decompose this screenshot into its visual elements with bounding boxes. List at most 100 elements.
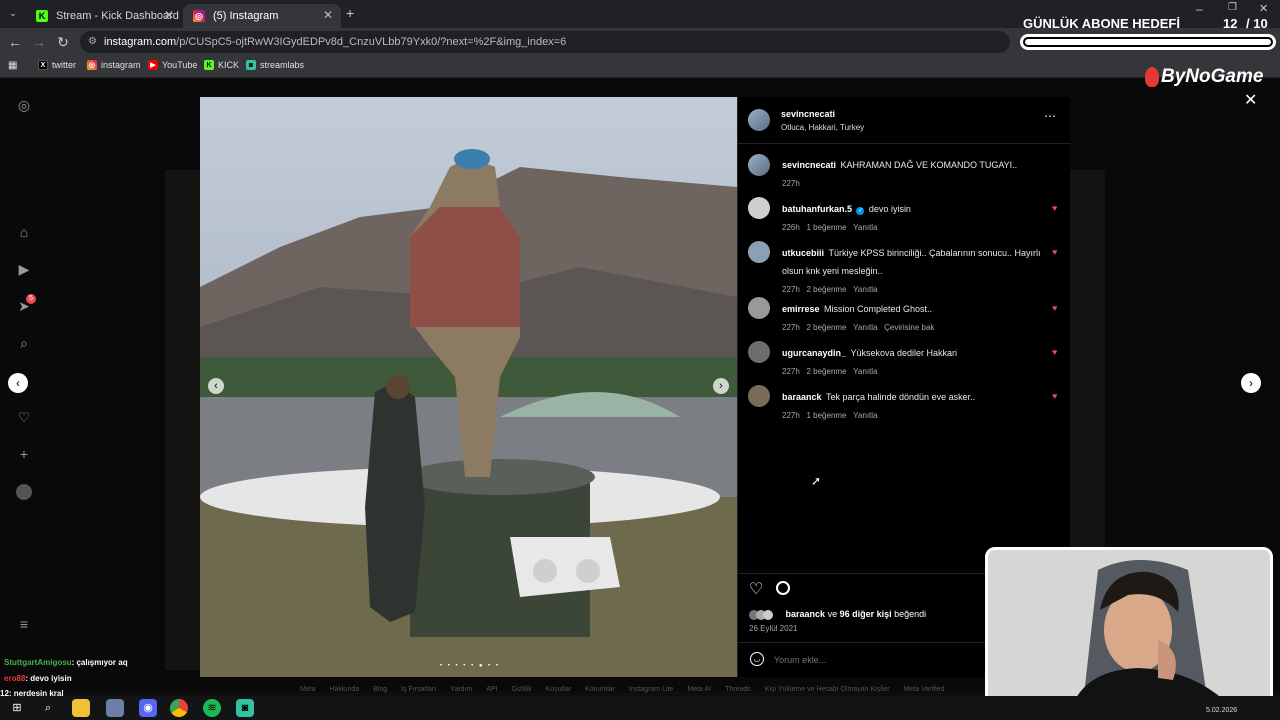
- apps-grid-icon[interactable]: ▦: [8, 60, 17, 71]
- spotify-icon[interactable]: ≋: [203, 699, 221, 717]
- instagram-logo-icon[interactable]: ◎: [16, 97, 32, 113]
- goal-progress-bar: [1020, 34, 1276, 50]
- bookmark-instagram[interactable]: ◎ instagram: [87, 60, 141, 70]
- instagram-footer: Meta Hakkında Blog İş Fırsatları Yardım API Gi…: [300, 686, 945, 693]
- bookmark-kick[interactable]: K KICK: [204, 60, 239, 70]
- create-plus-icon[interactable]: +: [16, 446, 32, 462]
- carousel-next-button[interactable]: ›: [713, 378, 729, 394]
- notifications-heart-icon[interactable]: ♡: [16, 409, 32, 425]
- post-image: ‹ › • • • • • ● • •: [200, 97, 737, 677]
- carousel-dots: • • • • • ● • •: [440, 663, 500, 669]
- comment-like-heart-icon[interactable]: ♥: [1052, 391, 1060, 401]
- discord-icon[interactable]: ◉: [139, 699, 157, 717]
- chrome-icon[interactable]: [170, 699, 188, 717]
- next-post-button[interactable]: ›: [1241, 373, 1261, 393]
- emoji-icon[interactable]: ◡: [750, 652, 764, 666]
- maximize-button[interactable]: ❐: [1228, 2, 1237, 13]
- bookmark-twitter[interactable]: Xtwitter: [38, 60, 76, 70]
- tab-label: Stream - Kick Dashboard: [56, 10, 179, 22]
- close-icon[interactable]: ✕: [164, 8, 174, 22]
- brand-flame-icon: [1145, 67, 1159, 87]
- caption-time: 227h: [782, 179, 800, 188]
- windows-start-icon[interactable]: ⊞: [8, 699, 26, 717]
- carousel-prev-button[interactable]: ‹: [208, 378, 224, 394]
- goal-title: GÜNLÜK ABONE HEDEFİ: [1023, 16, 1180, 31]
- instagram-icon: ◎: [193, 10, 205, 22]
- comment-avatar[interactable]: [748, 297, 770, 319]
- streamlabs-icon[interactable]: ◙: [236, 699, 254, 717]
- comment-avatar[interactable]: [748, 197, 770, 219]
- search-icon[interactable]: ⌕: [16, 335, 32, 351]
- caption-avatar[interactable]: [748, 154, 770, 176]
- site-info-icon[interactable]: ⚙: [88, 31, 97, 53]
- goal-target: / 10: [1246, 16, 1268, 31]
- youtube-icon: ▶: [148, 60, 158, 70]
- goal-progress-fill: [1025, 39, 1271, 45]
- home-icon[interactable]: ⌂: [16, 224, 32, 240]
- forward-arrow-icon[interactable]: →: [30, 33, 48, 51]
- comment-item: batuhanfurkan.5 ✓ devo iyisin 226h 1 beğ…: [782, 204, 911, 232]
- back-arrow-icon[interactable]: ←: [6, 33, 24, 51]
- likes-summary: baraanck ve 96 diğer kişi beğendi: [749, 609, 926, 620]
- tab-instagram[interactable]: ◎ (5) Instagram ✕: [183, 4, 341, 28]
- x-icon: X: [38, 60, 48, 70]
- bookmarks-bar: ▦ Xtwitter ◎ instagram ▶ YouTube K KICK ◙ st…: [0, 56, 1280, 78]
- verified-badge-icon: ✓: [856, 207, 865, 215]
- soldier-statue-photo: [200, 97, 737, 677]
- kick-icon: K: [204, 60, 214, 70]
- profile-avatar[interactable]: [16, 484, 32, 500]
- author-avatar[interactable]: [748, 109, 770, 131]
- comment-like-heart-icon[interactable]: ♥: [1052, 303, 1060, 313]
- kick-icon: K: [36, 10, 48, 22]
- close-icon[interactable]: ✕: [1244, 90, 1257, 110]
- caption: sevincnecati KAHRAMAN DAĞ VE KOMANDO TUG…: [782, 155, 1064, 188]
- comment-avatar[interactable]: [748, 241, 770, 263]
- comment-bubble-icon[interactable]: [776, 581, 790, 595]
- notification-badge: 5: [26, 294, 36, 304]
- reels-icon[interactable]: ▶: [16, 261, 32, 277]
- comment-like-heart-icon[interactable]: ♥: [1052, 203, 1060, 213]
- liker-avatars: [749, 609, 783, 620]
- bookmark-youtube[interactable]: ▶ YouTube: [148, 60, 197, 70]
- streamlabs-icon: ◙: [246, 60, 256, 70]
- comment-item: utkucebiii Türkiye KPSS birinciliği.. Ça…: [782, 248, 1041, 294]
- chat-message: ero88: devo iyisin: [4, 674, 72, 683]
- author-username[interactable]: sevincnecati: [781, 109, 864, 119]
- instagram-icon: ◎: [87, 60, 97, 70]
- prev-post-button[interactable]: ‹: [8, 373, 28, 393]
- tab-kick-dashboard[interactable]: K Stream - Kick Dashboard ✕: [26, 4, 182, 28]
- streamer-webcam-feed: [988, 550, 1270, 704]
- mouse-cursor: ➚: [811, 474, 822, 488]
- comment-avatar[interactable]: [748, 341, 770, 363]
- tab-search-button[interactable]: ⌄: [6, 6, 20, 20]
- address-bar[interactable]: ⚙ instagram.com/p/CUSpC5-ojtRwW3IGydEDPv…: [80, 31, 1010, 53]
- url-domain: instagram.com: [104, 36, 177, 48]
- tab-label: (5) Instagram: [213, 10, 279, 22]
- menu-hamburger-icon[interactable]: ≡: [16, 616, 32, 632]
- new-tab-button[interactable]: +: [346, 5, 354, 21]
- app-icon[interactable]: [106, 699, 124, 717]
- windows-taskbar: ⊞ ⌕ ◉ ≋ ◙ 5.02.2026: [0, 696, 1280, 720]
- goal-current: 12: [1223, 16, 1238, 31]
- comment-item: baraanck Tek parça halinde döndün eve as…: [782, 392, 976, 420]
- url-path: /p/CUSpC5-ojtRwW3IGydEDPv8d_CnzuVLbb79Yx…: [176, 36, 567, 48]
- reload-icon[interactable]: ↻: [54, 33, 72, 51]
- messages-icon[interactable]: ➤ 5: [16, 294, 36, 314]
- more-options-icon[interactable]: ⋯: [1044, 109, 1056, 123]
- comment-avatar[interactable]: [748, 385, 770, 407]
- panel-divider: [738, 143, 1071, 144]
- comment-like-heart-icon[interactable]: ♥: [1052, 347, 1060, 357]
- comment-like-heart-icon[interactable]: ♥: [1052, 247, 1060, 257]
- webcam-overlay: [985, 547, 1273, 707]
- bookmark-streamlabs[interactable]: ◙ streamlabs: [246, 60, 304, 70]
- post-location[interactable]: Otluca, Hakkari, Turkey: [781, 123, 864, 132]
- like-heart-icon[interactable]: ♡: [749, 579, 763, 599]
- comment-item: emirrese Mission Completed Ghost.. 227h …: [782, 304, 935, 332]
- brand-logo: ByNoGame: [1145, 66, 1263, 88]
- post-date: 26 Eylül 2021: [749, 624, 798, 633]
- search-icon[interactable]: ⌕: [39, 699, 57, 717]
- close-icon[interactable]: ✕: [323, 8, 333, 22]
- system-date: 5.02.2026: [1206, 707, 1238, 714]
- file-explorer-icon[interactable]: [72, 699, 90, 717]
- chat-message: StuttgartAmigosu: çalışmıyor aq: [4, 658, 128, 667]
